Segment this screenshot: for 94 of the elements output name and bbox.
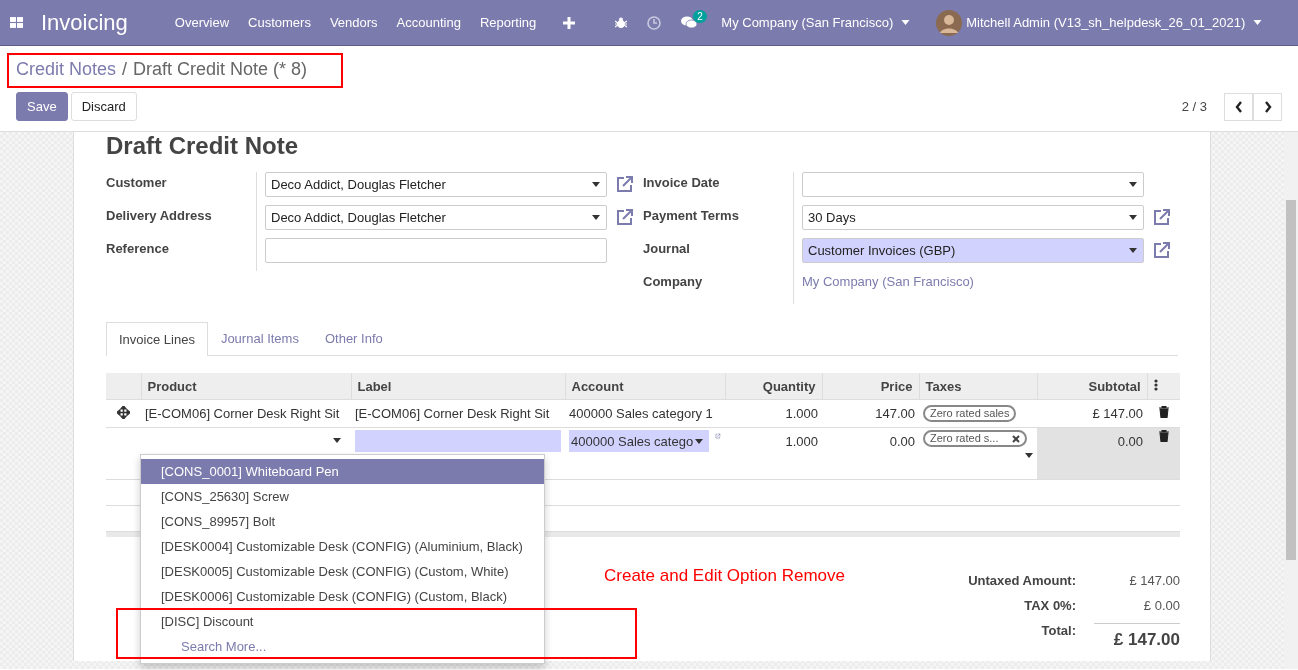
dropdown-item[interactable]: [DESK0006] Customizable Desk (CONFIG) (Custom, Black)	[141, 584, 544, 609]
dropdown-item[interactable]: [CONS_0001] Whiteboard Pen	[141, 459, 544, 484]
drag-handle-icon[interactable]	[117, 405, 130, 419]
bug-icon[interactable]	[615, 16, 628, 29]
caret-icon	[333, 438, 341, 443]
label-field[interactable]	[355, 430, 561, 452]
total-value: £ 147.00	[1094, 623, 1180, 650]
save-button[interactable]: Save	[16, 92, 68, 121]
table-cell: [E-COM06] Corner Desk Right Sit	[351, 399, 565, 428]
caret-icon	[1129, 248, 1137, 253]
select-field[interactable]: Deco Addict, Douglas Fletcher	[265, 172, 607, 197]
chevron-right-icon	[1263, 100, 1272, 113]
chevron-left-icon	[1234, 100, 1243, 113]
remove-icon[interactable]	[1012, 434, 1021, 443]
field-label: Reference	[106, 238, 257, 271]
field-label: Journal	[643, 238, 794, 271]
total-label: TAX 0%:	[1023, 598, 1076, 613]
menu-item[interactable]: Overview	[174, 15, 230, 30]
column-header[interactable]: Subtotal	[1037, 373, 1147, 400]
plus-icon[interactable]	[563, 16, 576, 29]
column-header[interactable]: Product	[141, 373, 351, 400]
field-label: Customer	[106, 172, 257, 205]
field-label: Payment Terms	[643, 205, 794, 238]
tab[interactable]: Journal Items	[207, 322, 312, 355]
select-field[interactable]: Customer Invoices (GBP)	[802, 238, 1144, 263]
table-cell: 147.00	[822, 399, 919, 428]
next-button[interactable]	[1253, 92, 1282, 121]
user-menu[interactable]: Mitchell Admin (V13_sh_helpdesk_26_01_2021)	[966, 15, 1246, 30]
form-title: Draft Credit Note	[106, 132, 299, 160]
menu-item[interactable]: Accounting	[396, 15, 461, 30]
field-label: Invoice Date	[643, 172, 794, 205]
select-field[interactable]	[802, 172, 1144, 197]
input-field[interactable]	[265, 238, 607, 263]
clock-icon[interactable]	[647, 15, 662, 30]
total-label: Total:	[1040, 623, 1076, 638]
external-link-icon[interactable]	[615, 174, 635, 194]
discard-button[interactable]: Discard	[70, 92, 137, 121]
table-cell: 400000 Sales category 1	[565, 399, 725, 428]
company-switcher[interactable]: My Company (San Francisco)	[721, 15, 894, 30]
caret-icon	[1129, 215, 1137, 220]
column-header[interactable]: Quantity	[725, 373, 822, 400]
more-options-icon[interactable]	[1153, 378, 1158, 391]
column-header[interactable]: Price	[822, 373, 919, 400]
dropdown-item[interactable]: [DESK0004] Customizable Desk (CONFIG) (Aluminium, Black)	[141, 534, 544, 559]
caret-icon	[1253, 20, 1263, 25]
caret-icon	[1129, 182, 1137, 187]
message-count-badge: 2	[693, 10, 707, 23]
previous-button[interactable]	[1224, 92, 1253, 121]
field-label: Company	[643, 271, 794, 304]
avatar[interactable]	[936, 9, 963, 36]
tab[interactable]: Other Info	[311, 322, 396, 355]
select-field[interactable]: 30 Days	[802, 205, 1144, 230]
menu-item[interactable]: Customers	[248, 15, 311, 30]
external-link-icon[interactable]	[615, 207, 635, 227]
dropdown-item[interactable]: [CONS_89957] Bolt	[141, 509, 544, 534]
select-field[interactable]: Deco Addict, Douglas Fletcher	[265, 205, 607, 230]
column-header[interactable]: Account	[565, 373, 725, 400]
column-header[interactable]: Taxes	[919, 373, 1037, 400]
table-cell: £ 147.00	[1037, 399, 1147, 428]
scrollbar[interactable]	[1284, 132, 1298, 669]
field-label: Delivery Address	[106, 205, 257, 238]
dropdown-item[interactable]: [DESK0005] Customizable Desk (CONFIG) (Custom, White)	[141, 559, 544, 584]
tax-tag: Zero rated sales	[923, 405, 1017, 422]
table-cell: 1.000	[725, 399, 822, 428]
annotation-text: Create and Edit Option Remove	[604, 566, 845, 586]
caret-icon	[1025, 453, 1033, 458]
trash-icon[interactable]	[1158, 430, 1169, 442]
caret-icon	[592, 215, 600, 220]
external-link-icon[interactable]	[715, 430, 721, 442]
tab[interactable]: Invoice Lines	[106, 322, 208, 356]
caret-icon	[901, 20, 911, 25]
trash-icon[interactable]	[1158, 406, 1169, 418]
tax-tag: Zero rated s...	[923, 430, 1028, 447]
company-link[interactable]: My Company (San Francisco)	[802, 271, 974, 289]
total-label: Untaxed Amount:	[968, 573, 1076, 588]
total-value: £ 0.00	[1142, 598, 1180, 613]
external-link-icon[interactable]	[1152, 240, 1172, 260]
menu-item[interactable]: Reporting	[479, 15, 537, 30]
menu-item[interactable]: Vendors	[329, 15, 378, 30]
table-cell: [E-COM06] Corner Desk Right Sit	[141, 399, 351, 428]
table-cell: 0.00	[1037, 427, 1147, 480]
breadcrumb-separator: /	[122, 58, 128, 80]
app-title: Invoicing	[41, 9, 128, 36]
pager-counter: 2 / 3	[1181, 99, 1207, 114]
caret-icon	[695, 438, 704, 444]
column-header[interactable]: Label	[351, 373, 565, 400]
breadcrumb-current: Draft Credit Note (* 8)	[133, 58, 308, 80]
breadcrumb-link[interactable]: Credit Notes	[16, 58, 117, 80]
external-link-icon[interactable]	[1152, 207, 1172, 227]
total-value: £ 147.00	[1128, 573, 1180, 588]
apps-menu-icon[interactable]	[10, 17, 23, 28]
dropdown-item[interactable]: [CONS_25630] Screw	[141, 484, 544, 509]
caret-icon	[592, 182, 600, 187]
account-field[interactable]: 400000 Sales catego	[569, 430, 710, 452]
